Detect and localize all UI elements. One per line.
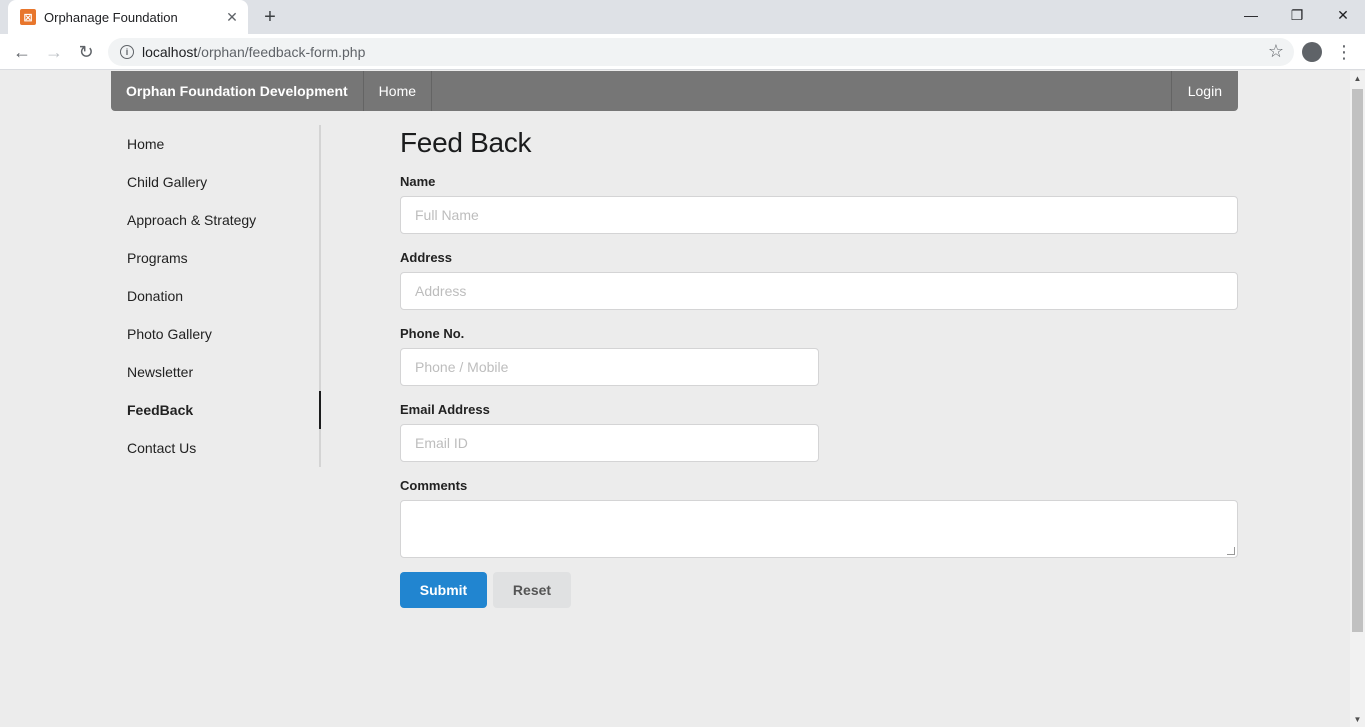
- forward-icon[interactable]: →: [40, 38, 68, 66]
- sidebar-menu: Home Child Gallery Approach & Strategy P…: [111, 125, 321, 467]
- sidebar-item-donation[interactable]: Donation: [111, 277, 319, 315]
- email-label: Email Address: [400, 402, 490, 417]
- scroll-down-icon[interactable]: ▼: [1350, 712, 1365, 727]
- browser-tab-bar: ⊠ Orphanage Foundation ✕ + — ❐ ✕: [0, 0, 1365, 34]
- name-label: Name: [400, 174, 436, 189]
- sidebar-item-home[interactable]: Home: [111, 125, 319, 163]
- resize-handle-icon[interactable]: [1227, 547, 1235, 555]
- phone-label: Phone No.: [400, 326, 465, 341]
- close-tab-icon[interactable]: ✕: [222, 7, 242, 27]
- minimize-icon[interactable]: —: [1228, 0, 1274, 30]
- email-input[interactable]: Email ID: [400, 424, 819, 462]
- address-label: Address: [400, 250, 453, 265]
- url-input[interactable]: i localhost/orphan/feedback-form.php ☆: [108, 38, 1294, 66]
- profile-avatar-icon[interactable]: [1302, 42, 1322, 62]
- bookmark-star-icon[interactable]: ☆: [1268, 41, 1284, 62]
- address-input[interactable]: Address: [400, 272, 1238, 310]
- url-text: localhost/orphan/feedback-form.php: [142, 44, 366, 60]
- scroll-up-icon[interactable]: ▲: [1350, 71, 1365, 86]
- sidebar-item-photo-gallery[interactable]: Photo Gallery: [111, 315, 319, 353]
- comments-label: Comments: [400, 478, 468, 493]
- restore-icon[interactable]: ❐: [1274, 0, 1320, 30]
- new-tab-icon[interactable]: +: [258, 5, 282, 29]
- reload-icon[interactable]: ↻: [72, 38, 100, 66]
- info-icon[interactable]: i: [120, 45, 134, 59]
- address-bar-row: ← → ↻ i localhost/orphan/feedback-form.p…: [0, 34, 1365, 70]
- page-viewport: Orphan Foundation Development Home Login…: [0, 71, 1350, 727]
- sidebar-item-child-gallery[interactable]: Child Gallery: [111, 163, 319, 201]
- brand-link[interactable]: Orphan Foundation Development: [111, 71, 364, 111]
- xampp-favicon-icon: ⊠: [20, 9, 36, 25]
- page-title: Feed Back: [400, 127, 532, 158]
- browser-tab[interactable]: ⊠ Orphanage Foundation ✕: [8, 0, 248, 34]
- sidebar-item-programs[interactable]: Programs: [111, 239, 319, 277]
- top-navigation: Orphan Foundation Development Home Login: [111, 71, 1238, 111]
- submit-button[interactable]: Submit: [400, 572, 487, 608]
- close-window-icon[interactable]: ✕: [1320, 0, 1365, 30]
- browser-menu-icon[interactable]: ⋮: [1335, 40, 1353, 64]
- sidebar-item-contact-us[interactable]: Contact Us: [111, 429, 319, 467]
- phone-input[interactable]: Phone / Mobile: [400, 348, 819, 386]
- vertical-scrollbar[interactable]: ▲ ▼: [1350, 71, 1365, 727]
- reset-button[interactable]: Reset: [493, 572, 571, 608]
- sidebar-item-newsletter[interactable]: Newsletter: [111, 353, 319, 391]
- login-link[interactable]: Login: [1170, 71, 1238, 111]
- sidebar-item-feedback[interactable]: FeedBack: [111, 391, 321, 429]
- back-icon[interactable]: ←: [8, 38, 36, 66]
- sidebar-item-approach-strategy[interactable]: Approach & Strategy: [111, 201, 319, 239]
- nav-home-link[interactable]: Home: [364, 71, 433, 111]
- comments-textarea[interactable]: [400, 500, 1238, 558]
- name-input[interactable]: Full Name: [400, 196, 1238, 234]
- form-actions: Submit Reset: [400, 572, 1238, 608]
- feedback-form: Feed Back Name Full Name Address Address…: [400, 127, 1238, 608]
- tab-title: Orphanage Foundation: [44, 9, 178, 25]
- scroll-thumb[interactable]: [1352, 89, 1363, 632]
